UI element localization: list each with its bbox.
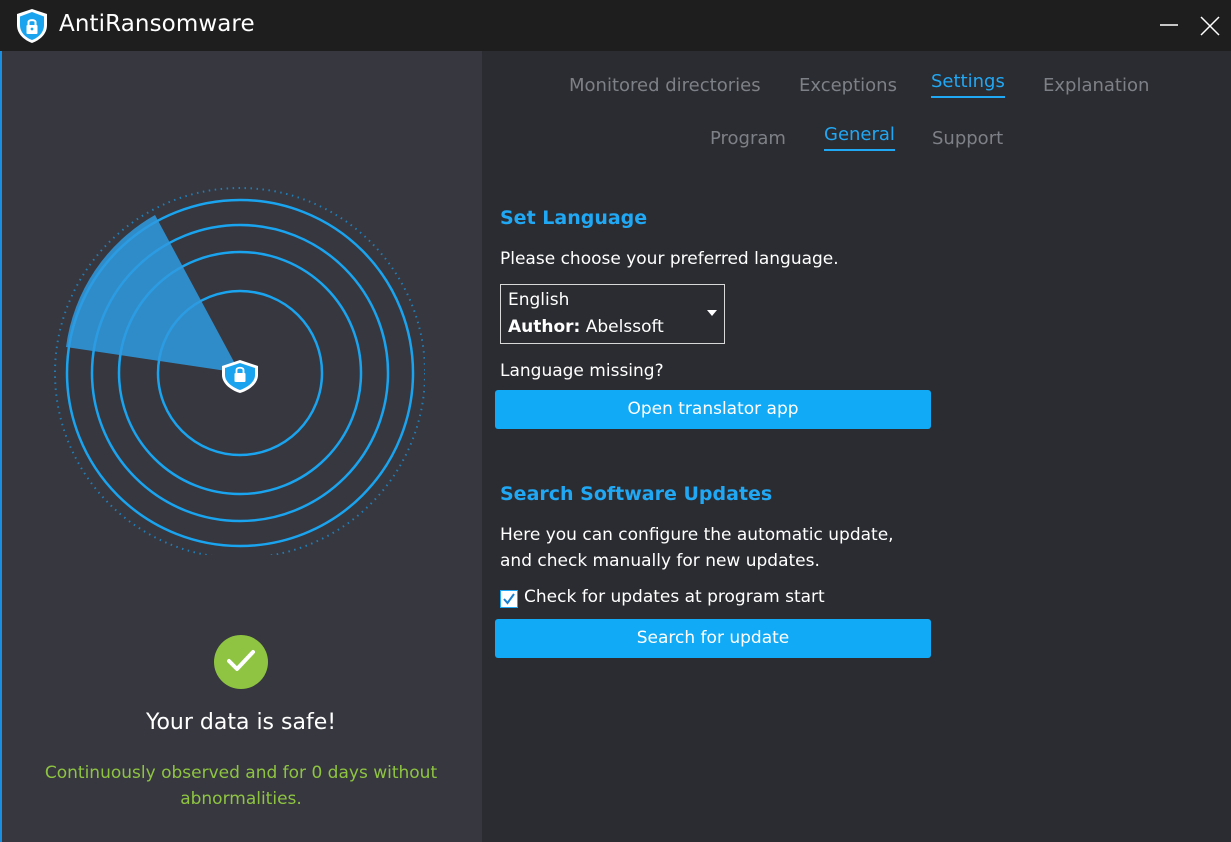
updates-heading: Search Software Updates bbox=[500, 483, 773, 505]
updates-description-line1: Here you can configure the automatic upd… bbox=[500, 525, 894, 545]
app-title: AntiRansomware bbox=[59, 11, 255, 37]
status-title: Your data is safe! bbox=[145, 710, 337, 735]
updates-description-line2: and check manually for new updates. bbox=[500, 551, 820, 571]
checkmark-circle-icon bbox=[214, 635, 268, 689]
subtab-general[interactable]: General bbox=[824, 124, 895, 151]
checkmark-icon bbox=[503, 593, 515, 605]
subtab-support[interactable]: Support bbox=[932, 128, 1003, 149]
chevron-down-icon bbox=[707, 310, 717, 316]
close-button[interactable] bbox=[1186, 0, 1231, 51]
tab-exceptions[interactable]: Exceptions bbox=[799, 75, 897, 96]
language-select[interactable]: English Author: Abelssoft bbox=[500, 284, 725, 344]
check-updates-checkbox[interactable] bbox=[500, 590, 518, 608]
set-language-heading: Set Language bbox=[500, 207, 648, 229]
tab-settings[interactable]: Settings bbox=[931, 71, 1005, 98]
settings-panel bbox=[482, 51, 1231, 842]
open-translator-button[interactable]: Open translator app bbox=[495, 390, 931, 429]
search-update-button[interactable]: Search for update bbox=[495, 619, 931, 658]
subtab-program[interactable]: Program bbox=[710, 128, 786, 149]
shield-lock-icon bbox=[15, 8, 49, 44]
title-bar: AntiRansomware bbox=[0, 0, 1231, 51]
selected-language: English bbox=[508, 290, 570, 310]
close-icon bbox=[1200, 16, 1220, 36]
language-prompt: Please choose your preferred language. bbox=[500, 249, 839, 269]
status-description: Continuously observed and for 0 days wit… bbox=[44, 763, 438, 809]
language-missing-text: Language missing? bbox=[500, 361, 664, 381]
minimize-icon bbox=[1160, 24, 1178, 26]
author-label: Author: bbox=[508, 317, 581, 337]
check-updates-label[interactable]: Check for updates at program start bbox=[524, 587, 825, 607]
author-name: Abelssoft bbox=[585, 317, 664, 337]
tab-explanation[interactable]: Explanation bbox=[1043, 75, 1149, 96]
radar-graphic bbox=[45, 155, 426, 559]
tab-monitored-directories[interactable]: Monitored directories bbox=[569, 75, 761, 96]
language-author: Author: Abelssoft bbox=[508, 317, 664, 337]
